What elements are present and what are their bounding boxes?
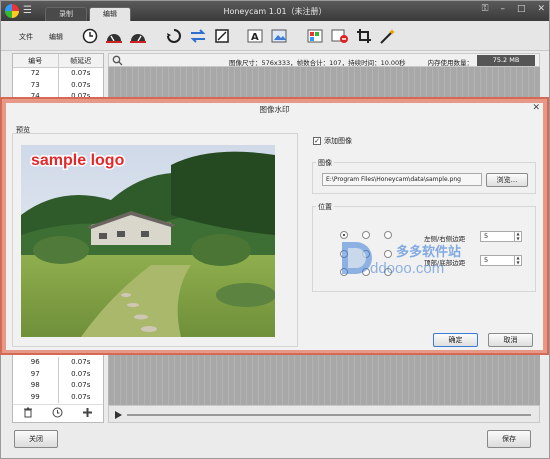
frame-number: 97 [13, 368, 59, 380]
frame-number: 73 [13, 79, 59, 91]
frame-delay: 0.07s [71, 358, 91, 366]
trash-icon[interactable] [23, 407, 33, 420]
memory-label: 内存使用数量： [427, 59, 474, 67]
file-menu[interactable]: 文件 [19, 32, 33, 42]
crop-icon[interactable] [355, 27, 373, 45]
timeline-slider[interactable] [127, 414, 531, 416]
memory-value: 75.2 MB [477, 55, 535, 66]
frame-delay: 0.07s [71, 69, 91, 77]
preview-photo: sample logo [21, 145, 275, 337]
frame-number: 72 [13, 68, 59, 80]
clock-icon[interactable] [81, 27, 99, 45]
text-image-icon[interactable] [271, 27, 289, 45]
text-icon[interactable]: A [247, 27, 265, 45]
frame-delay: 0.07s [71, 80, 91, 89]
window-title: Honeycam 1.01（未注册） [223, 7, 327, 16]
speed-fast-icon[interactable] [129, 27, 147, 45]
sample-logo-watermark: sample logo [31, 152, 125, 169]
close-button[interactable]: 关闭 [14, 430, 58, 448]
frame-list-header: 编号 帧延迟 [13, 54, 103, 68]
frame-row[interactable]: 96 0.07s [13, 357, 103, 369]
close-icon[interactable]: ✕ [537, 4, 545, 14]
add-frame-icon[interactable] [82, 407, 93, 420]
image-info-text: 图像尺寸：576x333，帧数合计：107，持续时间：10.00秒 [229, 59, 406, 67]
frame-row[interactable]: 97 0.07s [13, 368, 103, 380]
crop-square-icon[interactable] [213, 27, 231, 45]
dialog-close-icon[interactable]: ✕ [532, 103, 540, 113]
add-image-label: 添加图像 [324, 137, 352, 145]
frame-row[interactable]: 72 0.07s [13, 68, 103, 80]
frame-delay: 0.07s [71, 392, 91, 401]
frame-number: 98 [13, 380, 59, 392]
timer-icon[interactable] [52, 407, 63, 420]
spinner-arrows-icon[interactable]: ▲ ▼ [514, 231, 521, 241]
frame-number-header: 编号 [13, 54, 59, 67]
zoom-icon[interactable] [112, 55, 123, 66]
delete-frames-icon[interactable] [331, 27, 349, 45]
position-group-label: 位置 [316, 202, 334, 212]
frame-delay: 0.07s [71, 381, 91, 389]
ok-button[interactable]: 确定 [433, 333, 478, 347]
add-image-checkbox[interactable]: ✓ 添加图像 [313, 136, 352, 146]
magic-wand-icon[interactable] [379, 27, 397, 45]
frame-row[interactable]: 98 0.07s [13, 380, 103, 392]
site-watermark: 多多软件站 ddooo.com [340, 238, 510, 282]
svg-text:A: A [251, 32, 259, 43]
site-watermark-en: ddooo.com [370, 260, 445, 277]
key-icon[interactable]: ⚿ [482, 4, 489, 14]
frame-effects-icon[interactable] [307, 27, 325, 45]
cancel-button[interactable]: 取消 [488, 333, 533, 347]
save-button[interactable]: 保存 [487, 430, 531, 448]
image-path-field[interactable]: E:\Program Files\Honeycam\data\sample.pn… [322, 173, 482, 186]
minimize-icon[interactable]: – [500, 4, 505, 14]
frame-row[interactable]: 99 0.07s [13, 391, 103, 403]
frame-row[interactable]: 73 0.07s [13, 79, 103, 91]
edit-menu[interactable]: 编辑 [49, 32, 63, 42]
frame-delay: 0.07s [71, 369, 91, 378]
maximize-icon[interactable]: □ [517, 4, 526, 14]
site-watermark-cn: 多多软件站 [396, 245, 462, 260]
sync-icon[interactable] [189, 27, 207, 45]
frame-number: 99 [13, 391, 59, 403]
browse-button[interactable]: 浏览... [486, 173, 528, 187]
playback-bar [108, 405, 540, 423]
play-icon[interactable] [114, 410, 123, 420]
toolbar: 文件 编辑 A [1, 21, 549, 51]
title-bar: ☰ 录制 编辑 Honeycam 1.01（未注册） ⚿ – □ ✕ [1, 1, 549, 21]
frame-delay-header: 帧延迟 [70, 57, 92, 65]
dialog-title: 图像水印 [6, 103, 543, 117]
info-bar: 图像尺寸：576x333，帧数合计：107，持续时间：10.00秒 内存使用数量… [108, 53, 540, 67]
speed-slow-icon[interactable] [105, 27, 123, 45]
checkbox-checked-icon: ✓ [313, 137, 321, 145]
reverse-icon[interactable] [165, 27, 183, 45]
frame-number: 96 [13, 357, 59, 369]
spinner-arrows-icon[interactable]: ▲ ▼ [514, 255, 521, 265]
image-group-label: 图像 [316, 158, 334, 168]
